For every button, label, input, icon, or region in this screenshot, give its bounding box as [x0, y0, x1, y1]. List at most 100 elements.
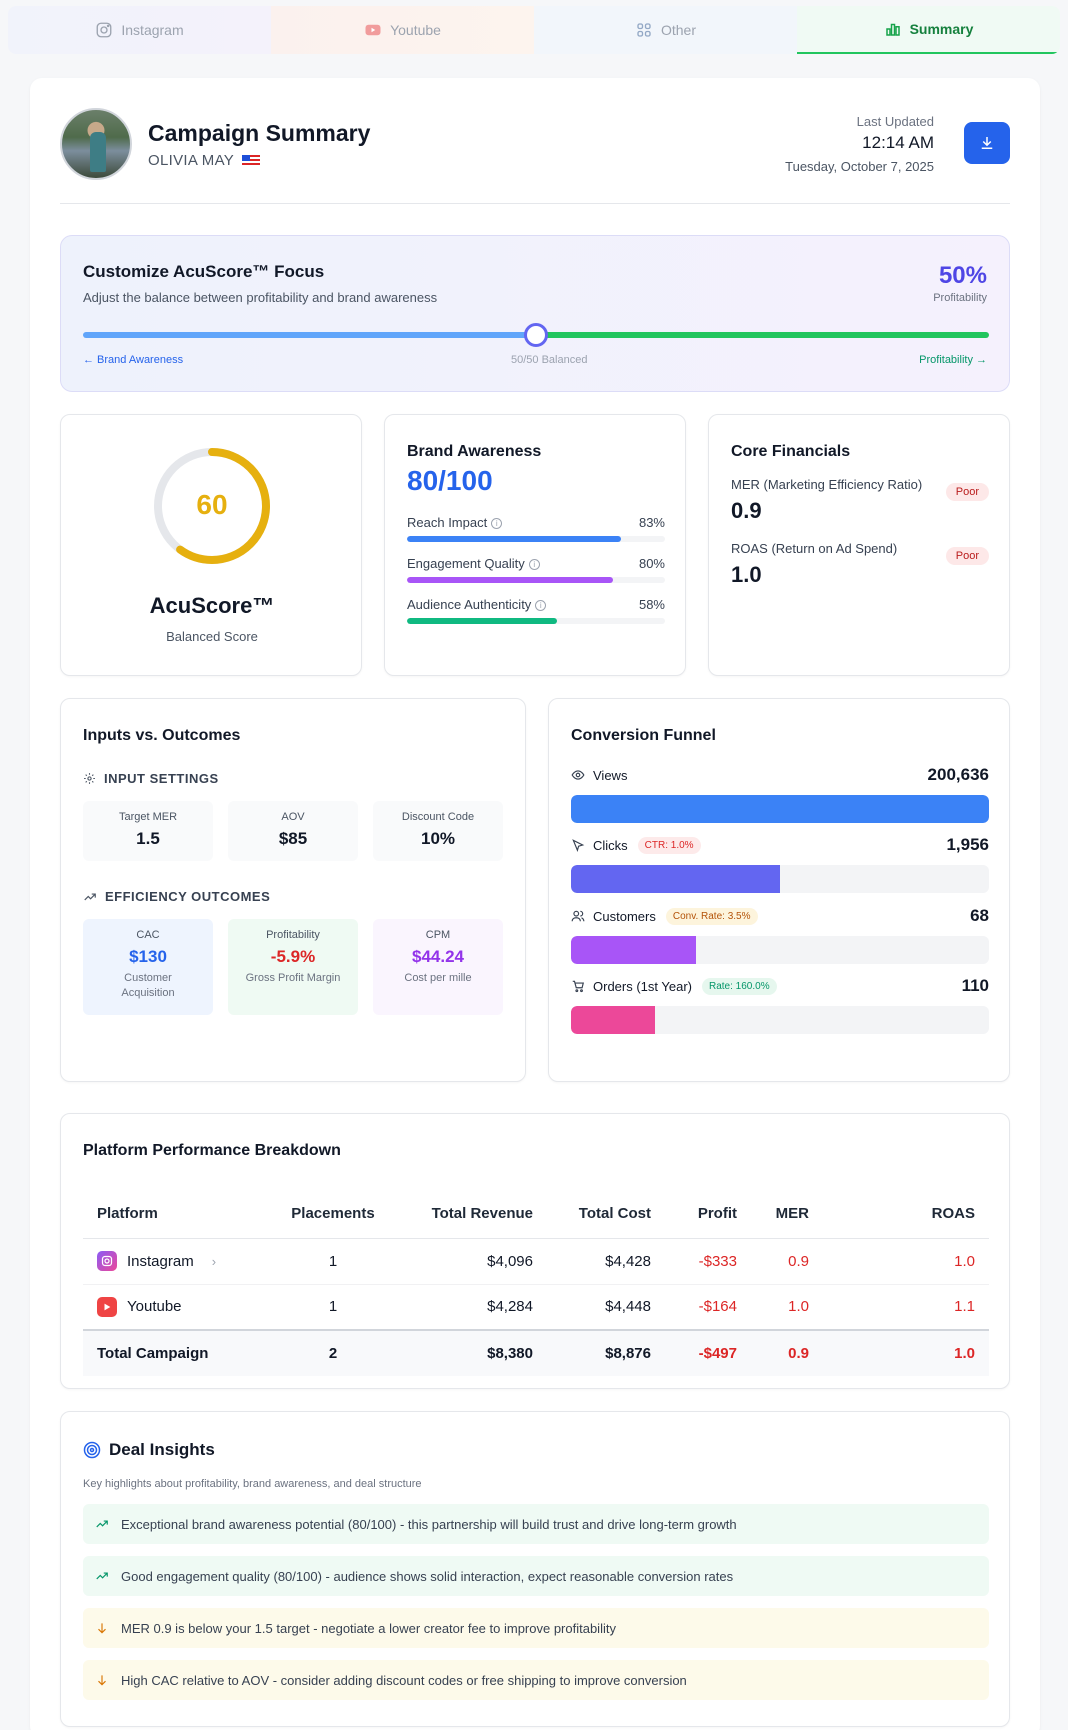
- outcome-desc: Gross Profit Margin: [245, 972, 341, 984]
- insight-item: Good engagement quality (80/100) - audie…: [83, 1556, 989, 1596]
- status-badge: Poor: [945, 547, 989, 565]
- table-row[interactable]: Youtube 1 $4,284 $4,448 -$164 1.0 1.1: [83, 1284, 989, 1331]
- mer-cell: 1.0: [737, 1284, 809, 1331]
- metric-value: 80%: [638, 556, 665, 571]
- input-settings-label: INPUT SETTINGS: [104, 771, 219, 786]
- chevron-right-icon[interactable]: ›: [212, 1254, 216, 1269]
- funnel-bar: [571, 1006, 989, 1034]
- focus-percent: 50%: [938, 262, 987, 289]
- funnel-bar-fill: [571, 1006, 655, 1034]
- trending-up-icon: [84, 893, 96, 900]
- us-flag-icon: [242, 154, 261, 167]
- funnel-bar-fill: [571, 936, 697, 964]
- download-icon: [981, 137, 993, 149]
- metric-bar-fill: [407, 577, 614, 583]
- funnel-step-value: 68: [970, 906, 989, 925]
- slider-thumb[interactable]: [524, 323, 548, 347]
- table-header-row: Platform Placements Total Revenue Total …: [83, 1190, 989, 1239]
- funnel-step-tag: CTR: 1.0%: [637, 836, 701, 854]
- funnel-step-customers: Customers Conv. Rate: 3.5% 68: [571, 906, 989, 964]
- trending-up-icon: [96, 1520, 108, 1528]
- mer-cell: 0.9: [737, 1238, 809, 1285]
- tab-instagram-label: Instagram: [121, 22, 184, 38]
- brand-awareness-card: Brand Awareness 80/100 Reach Impact i 83% …: [384, 414, 686, 676]
- setting-value: 1.5: [136, 829, 160, 848]
- tab-instagram[interactable]: Instagram: [8, 6, 271, 54]
- outcome-value: $130: [129, 947, 167, 966]
- tab-summary-label: Summary: [909, 21, 974, 37]
- outcome-desc: Cost per mille: [404, 972, 472, 984]
- funnel-step-label: Clicks: [593, 837, 628, 853]
- focus-slider[interactable]: [83, 323, 989, 347]
- placements-cell: 2: [283, 1329, 383, 1376]
- tab-summary[interactable]: Summary: [797, 6, 1060, 54]
- youtube-icon: [97, 1296, 117, 1317]
- last-updated-date: Tuesday, October 7, 2025: [785, 159, 934, 174]
- revenue-cell: $4,284: [383, 1284, 533, 1331]
- cart-icon: [571, 979, 585, 993]
- info-icon[interactable]: i: [528, 559, 540, 571]
- column-header: Total Revenue: [383, 1190, 533, 1239]
- metric-bar-fill: [407, 618, 557, 624]
- funnel-step-value: 200,636: [927, 765, 989, 784]
- slider-right-track: [536, 332, 989, 338]
- platform-cell: Youtube: [83, 1284, 283, 1331]
- info-icon[interactable]: i: [491, 518, 503, 530]
- efficiency-outcomes-label: EFFICIENCY OUTCOMES: [105, 889, 271, 904]
- placements-cell: 1: [283, 1284, 383, 1331]
- info-icon[interactable]: i: [535, 600, 547, 612]
- avatar: [60, 108, 132, 180]
- tab-other[interactable]: Other: [534, 6, 797, 54]
- metric-bar: [407, 618, 665, 624]
- setting-label: Discount Code: [401, 811, 475, 823]
- bar-chart-icon: [885, 23, 900, 36]
- metric-value: 83%: [638, 515, 665, 530]
- column-header: Profit: [651, 1190, 737, 1239]
- financial-item-roas: ROAS (Return on Ad Spend) 1.0 Poor: [731, 541, 989, 588]
- download-button[interactable]: [964, 122, 1010, 164]
- acuscore-card: 60 AcuScore™ Balanced Score: [60, 414, 362, 676]
- insight-text: High CAC relative to AOV - consider addi…: [121, 1672, 687, 1688]
- gear-icon: [84, 773, 95, 784]
- profit-cell: -$497: [651, 1329, 737, 1376]
- column-header: MER: [737, 1190, 809, 1239]
- outcome-label: CPM: [425, 929, 451, 941]
- brand-score: 80/100: [407, 465, 493, 496]
- slider-right-label: Profitability →: [919, 354, 987, 366]
- insight-text: Good engagement quality (80/100) - audie…: [121, 1568, 734, 1584]
- acuscore-value: 60: [196, 489, 228, 520]
- target-icon: [83, 1441, 101, 1459]
- acuscore-focus-panel: Customize AcuScore™ Focus Adjust the bal…: [60, 235, 1010, 392]
- funnel-bar: [571, 936, 989, 964]
- page-title: Campaign Summary: [148, 120, 371, 146]
- creator-name-label: OLIVIA MAY: [148, 152, 235, 169]
- financial-item-mer: MER (Marketing Efficiency Ratio) 0.9 Poo…: [731, 477, 989, 524]
- metric-value: 58%: [638, 597, 665, 612]
- funnel-step-label: Views: [593, 767, 628, 783]
- outcome-cpm: CPM $44.24 Cost per mille: [373, 919, 503, 1015]
- focus-subtitle: Adjust the balance between profitability…: [83, 290, 438, 305]
- youtube-icon: [365, 24, 381, 36]
- last-updated-time: 12:14 AM: [862, 133, 934, 152]
- revenue-cell: $8,380: [383, 1329, 533, 1376]
- outcome-cac: CAC $130 Customer Acquisition: [83, 919, 213, 1015]
- tab-youtube[interactable]: Youtube: [271, 6, 534, 54]
- cost-cell: $8,876: [533, 1329, 651, 1376]
- slider-left-label: ← Brand Awareness: [83, 354, 184, 366]
- slider-mid-label: 50/50 Balanced: [511, 354, 588, 366]
- users-icon: [571, 909, 585, 923]
- eye-icon: [571, 768, 585, 782]
- core-financials-card: Core Financials MER (Marketing Efficienc…: [708, 414, 1010, 676]
- efficiency-outcomes-heading: EFFICIENCY OUTCOMES: [83, 889, 270, 904]
- funnel-step-tag: Rate: 160.0%: [702, 977, 777, 995]
- insight-item: Exceptional brand awareness potential (8…: [83, 1504, 989, 1544]
- platform-cell: Instagram ›: [83, 1238, 283, 1285]
- metric-bar-fill: [407, 536, 622, 542]
- funnel-bar-fill: [571, 865, 780, 893]
- total-label: Total Campaign: [83, 1329, 283, 1376]
- table-row[interactable]: Instagram › 1 $4,096 $4,428 -$333 0.9 1.…: [83, 1238, 989, 1285]
- metric-reach: Reach Impact i 83%: [407, 515, 665, 542]
- column-header: Total Cost: [533, 1190, 651, 1239]
- setting-value: $85: [278, 829, 308, 848]
- cost-cell: $4,448: [533, 1284, 651, 1331]
